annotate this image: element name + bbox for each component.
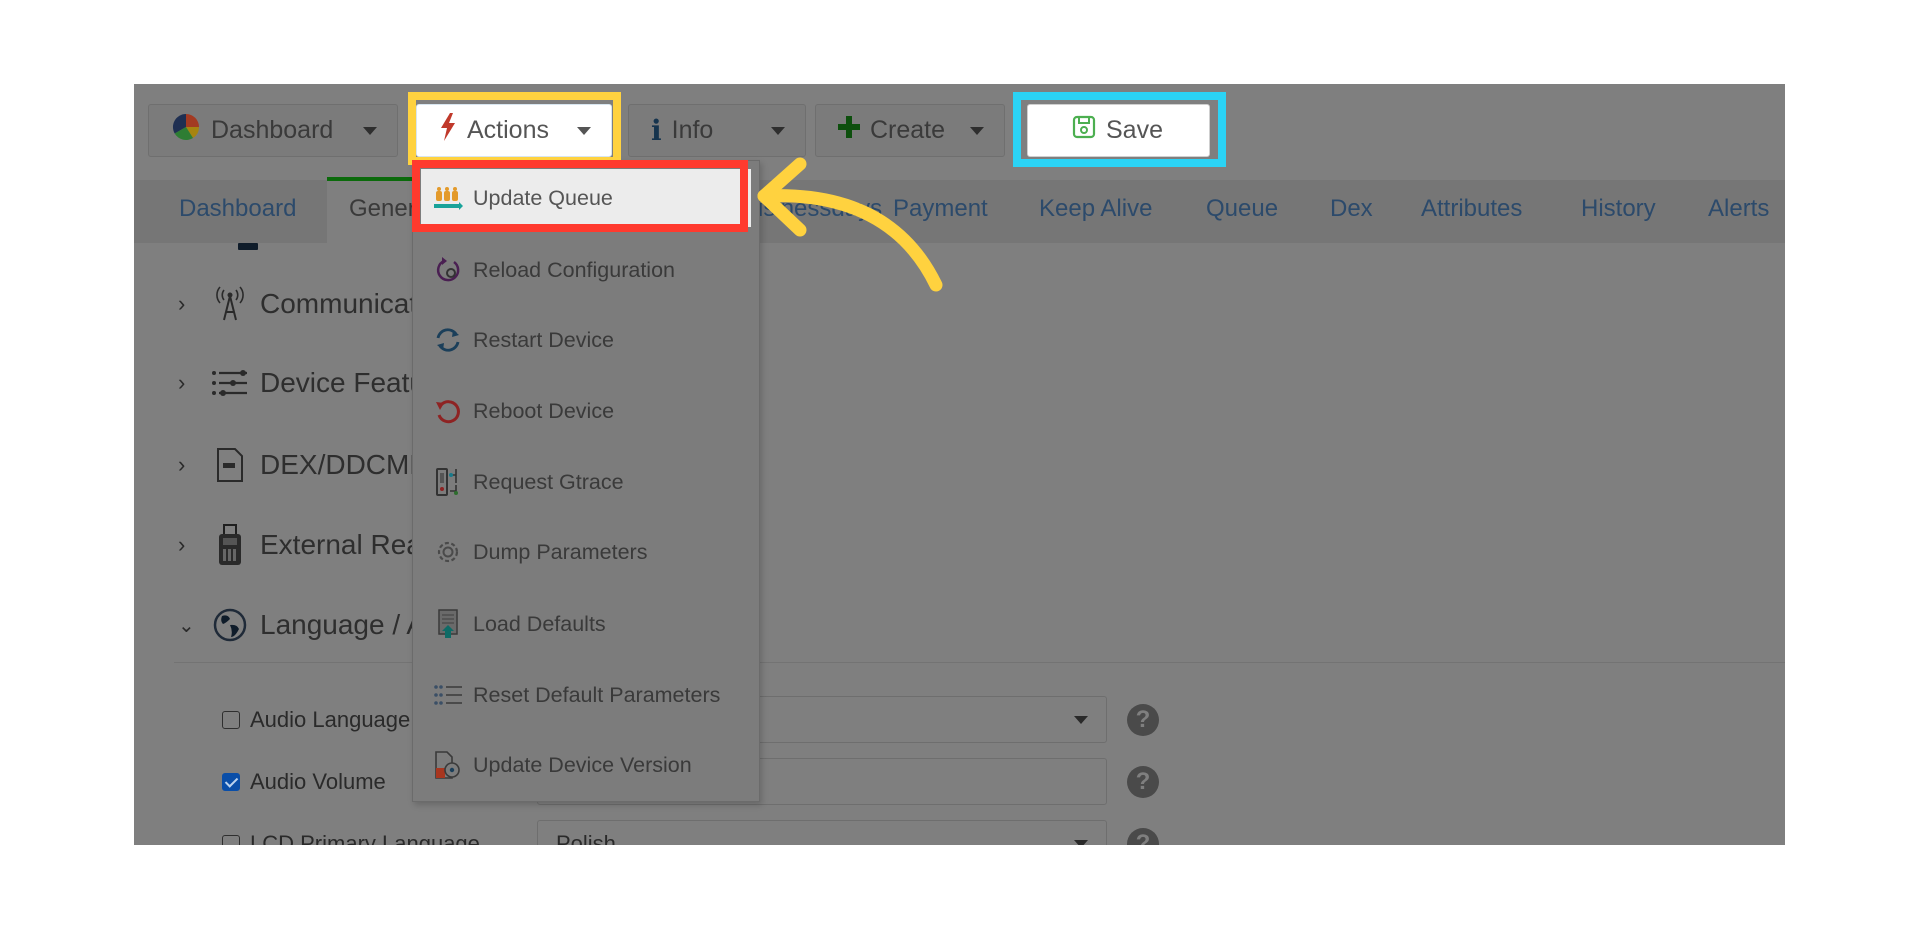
update-version-icon xyxy=(433,750,463,780)
chevron-down-icon xyxy=(970,127,984,135)
chevron-down-icon xyxy=(363,127,377,135)
chevron-right-icon: › xyxy=(178,532,186,557)
reboot-icon xyxy=(433,396,463,426)
audio-volume-checkbox[interactable] xyxy=(222,773,240,791)
tab-alerts[interactable]: Alerts xyxy=(1708,195,1769,223)
chevron-right-icon: › xyxy=(178,452,186,477)
chevron-right-icon: › xyxy=(178,370,186,395)
select-value: Polish xyxy=(556,831,616,845)
card-reader-icon xyxy=(208,524,252,565)
menu-item-label: Restart Device xyxy=(473,327,614,352)
field-label: LCD Primary Language xyxy=(250,831,480,845)
info-icon: i xyxy=(651,114,662,147)
gtrace-icon xyxy=(433,467,463,497)
chevron-right-icon: › xyxy=(178,291,186,316)
reload-config-icon xyxy=(433,255,463,285)
field-label: Audio Language xyxy=(250,707,411,732)
list-icon xyxy=(433,680,463,710)
globe-icon xyxy=(208,607,252,643)
antenna-icon xyxy=(208,286,252,322)
menu-item-label: Reset Default Parameters xyxy=(473,682,721,707)
annotation-arrow-icon xyxy=(757,157,943,292)
chevron-down-icon xyxy=(1074,716,1088,724)
form-row-audio-language: Audio Language xyxy=(222,707,410,733)
menu-item-dump-parameters[interactable]: Dump Parameters xyxy=(413,523,759,581)
tab-queue[interactable]: Queue xyxy=(1206,195,1278,223)
menu-item-restart-device[interactable]: Restart Device xyxy=(413,311,759,369)
accordion-dex-ddcmp[interactable]: › DEX/DDCMP xyxy=(178,447,428,483)
tab-dashboard[interactable]: Dashboard xyxy=(179,195,296,223)
form-row-lcd-primary-language: LCD Primary Language xyxy=(222,831,480,845)
accordion-label: DEX/DDCMP xyxy=(260,449,429,480)
create-button-label: Create xyxy=(870,116,946,144)
audio-language-checkbox[interactable] xyxy=(222,711,240,729)
dashboard-dropdown-button[interactable]: Dashboard xyxy=(148,104,398,157)
tab-attributes[interactable]: Attributes xyxy=(1421,195,1522,223)
menu-item-reboot-device[interactable]: Reboot Device xyxy=(413,382,759,440)
menu-item-reset-default-parameters[interactable]: Reset Default Parameters xyxy=(413,666,759,724)
chevron-down-icon: ⌄ xyxy=(178,614,195,637)
menu-item-reload-configuration[interactable]: Reload Configuration xyxy=(413,241,759,299)
sliders-icon xyxy=(208,365,252,401)
menu-item-label: Reload Configuration xyxy=(473,257,675,282)
lcd-primary-language-checkbox[interactable] xyxy=(222,835,240,845)
scroll-indicator xyxy=(238,243,258,250)
chevron-down-icon xyxy=(771,127,785,135)
actions-dropdown-menu: Update Queue Reload Configuration Restar… xyxy=(412,160,760,802)
info-button-label: Info xyxy=(671,116,714,144)
tab-keep-alive[interactable]: Keep Alive xyxy=(1039,195,1152,223)
load-defaults-icon xyxy=(433,609,463,639)
restart-icon xyxy=(433,325,463,355)
gear-icon xyxy=(433,537,463,567)
form-row-audio-volume: Audio Volume xyxy=(222,769,386,795)
menu-item-label: Request Gtrace xyxy=(473,469,624,494)
menu-item-request-gtrace[interactable]: Request Gtrace xyxy=(413,453,759,511)
save-button-highlight xyxy=(1013,92,1226,167)
menu-item-update-device-version[interactable]: Update Device Version xyxy=(413,736,759,794)
menu-item-load-defaults[interactable]: Load Defaults xyxy=(413,595,759,653)
update-queue-highlight xyxy=(412,160,748,232)
menu-item-label: Load Defaults xyxy=(473,611,606,636)
field-label: Audio Volume xyxy=(250,769,386,794)
tab-dex[interactable]: Dex xyxy=(1330,195,1373,223)
pie-chart-icon xyxy=(171,112,201,149)
actions-button-highlight xyxy=(408,92,621,165)
menu-item-label: Dump Parameters xyxy=(473,539,648,564)
dex-file-icon xyxy=(208,447,252,483)
tab-history[interactable]: History xyxy=(1581,195,1656,223)
plus-icon xyxy=(838,116,860,145)
menu-item-label: Update Device Version xyxy=(473,752,692,777)
lcd-primary-language-select[interactable]: Polish xyxy=(537,820,1107,845)
help-icon[interactable]: ? xyxy=(1127,704,1159,736)
dashboard-button-label: Dashboard xyxy=(211,116,334,144)
active-tab-indicator xyxy=(327,177,415,181)
menu-item-label: Reboot Device xyxy=(473,398,615,423)
chevron-down-icon xyxy=(1074,840,1088,845)
help-icon[interactable]: ? xyxy=(1127,766,1159,798)
